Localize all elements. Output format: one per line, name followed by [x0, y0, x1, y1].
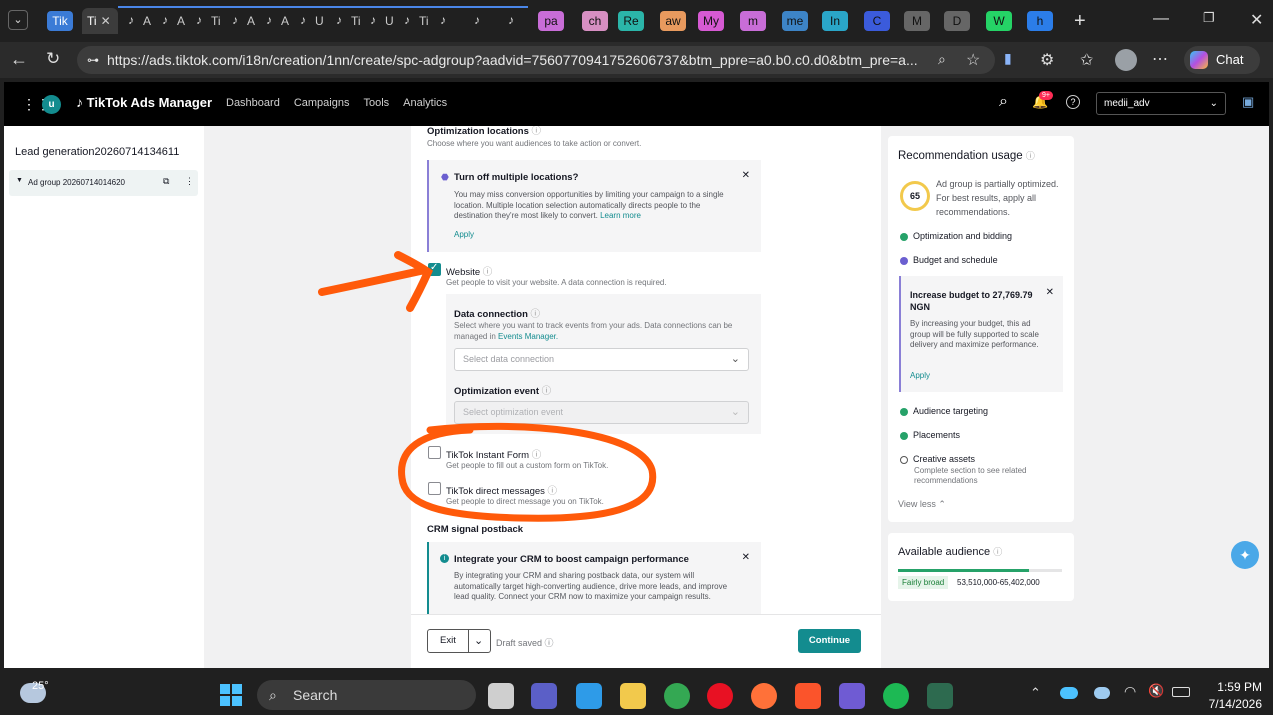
mail-icon[interactable]: [839, 683, 865, 709]
clock-date[interactable]: 7/14/2026: [1197, 697, 1262, 711]
teams-icon[interactable]: [531, 683, 557, 709]
spotify-icon[interactable]: [883, 683, 909, 709]
volume-muted-icon[interactable]: 🔇: [1148, 683, 1164, 699]
file-explorer-icon[interactable]: [620, 683, 646, 709]
annotation-overlay: [318, 251, 657, 522]
brave-icon[interactable]: [795, 683, 821, 709]
search-label: Search: [293, 687, 338, 703]
temperature: 25°: [32, 680, 49, 692]
edge-icon[interactable]: [576, 683, 602, 709]
chrome-icon[interactable]: [664, 683, 690, 709]
task-view-icon[interactable]: [488, 683, 514, 709]
clock-time[interactable]: 1:59 PM: [1212, 680, 1262, 694]
search-icon: ⌕: [269, 687, 277, 703]
taskbar: 25° ⌕ Search ⌃ ◠ 🔇 1:59 PM 7/14/2026: [0, 675, 1273, 715]
play-icon[interactable]: [927, 683, 953, 709]
opera-icon[interactable]: [707, 683, 733, 709]
windows-start-icon[interactable]: [220, 684, 242, 706]
battery-icon[interactable]: [1172, 687, 1190, 697]
wifi-icon[interactable]: ◠: [1124, 683, 1136, 700]
onedrive-icon[interactable]: [1060, 687, 1078, 699]
chevron-up-icon[interactable]: ⌃: [1030, 685, 1041, 701]
firefox-icon[interactable]: [751, 683, 777, 709]
cloud-sync-icon[interactable]: [1094, 687, 1110, 699]
annotation-arrow: [318, 251, 433, 312]
annotation-circle: [398, 422, 657, 522]
taskbar-search[interactable]: ⌕ Search: [257, 680, 476, 710]
